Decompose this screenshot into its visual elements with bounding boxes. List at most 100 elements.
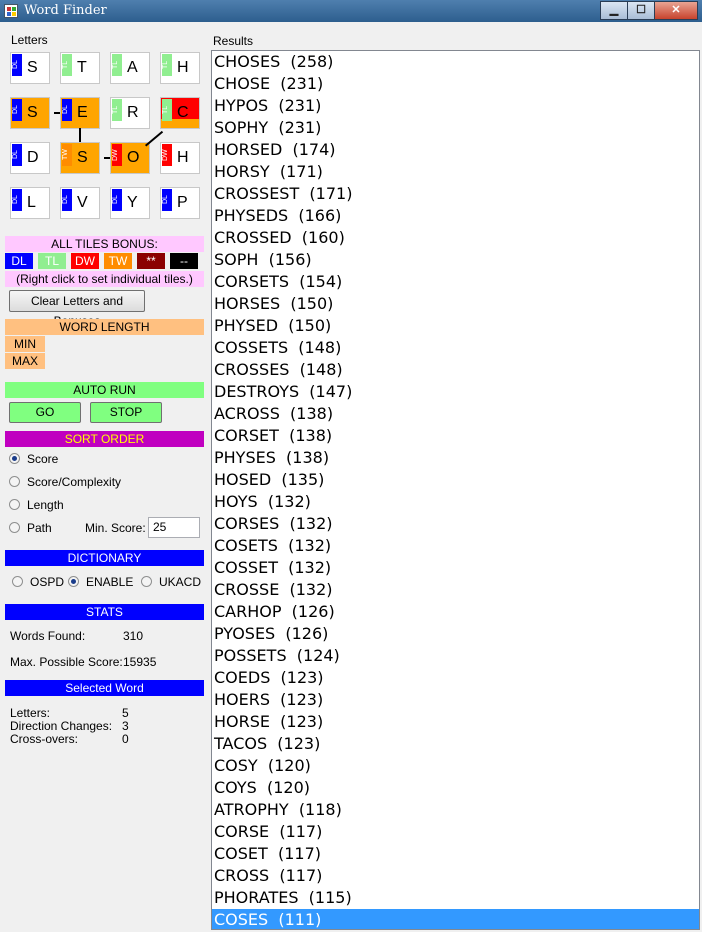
title-bar: Word Finder ▁ ☐ ✕ <box>0 0 702 22</box>
sort-complexity-radio[interactable] <box>9 476 20 487</box>
result-item[interactable]: HOERS (123) <box>212 689 699 711</box>
min-score-input[interactable]: 25 <box>148 517 200 538</box>
sort-score-radio[interactable] <box>9 453 20 464</box>
letter-tile[interactable]: DW O <box>110 142 150 174</box>
result-item[interactable]: CORSET (138) <box>212 425 699 447</box>
result-item[interactable]: CARHOP (126) <box>212 601 699 623</box>
result-item[interactable]: COYS (120) <box>212 777 699 799</box>
letters-label: Letters <box>11 33 48 47</box>
result-item[interactable]: HOYS (132) <box>212 491 699 513</box>
letter-tile[interactable]: DL E <box>60 97 100 129</box>
result-item[interactable]: COSSET (132) <box>212 557 699 579</box>
bonus-tl-button[interactable]: TL <box>38 253 66 269</box>
min-length-label[interactable]: MIN <box>5 336 45 352</box>
result-item[interactable]: CHOSES (258) <box>212 51 699 73</box>
result-item[interactable]: CROSS (117) <box>212 865 699 887</box>
bonus-badge: TL <box>162 99 172 121</box>
tile-letter: S <box>27 59 38 76</box>
sort-path-radio[interactable] <box>9 522 20 533</box>
result-item[interactable]: CORSE (117) <box>212 821 699 843</box>
result-item[interactable]: COSY (120) <box>212 755 699 777</box>
letter-tile[interactable]: DW H <box>160 142 200 174</box>
bonus-hint: (Right click to set individual tiles.) <box>5 271 204 287</box>
result-item[interactable]: PHYSES (138) <box>212 447 699 469</box>
result-item[interactable]: COSSETS (148) <box>212 337 699 359</box>
bonus-badge: TL <box>112 99 122 121</box>
app-icon <box>4 4 18 18</box>
result-item[interactable]: CORSES (132) <box>212 513 699 535</box>
selected-word-title: Selected Word <box>5 680 204 696</box>
result-item[interactable]: DESTROYS (147) <box>212 381 699 403</box>
result-item[interactable]: CROSSEST (171) <box>212 183 699 205</box>
letter-tile[interactable]: TL C <box>160 97 200 129</box>
max-score-value: 15935 <box>123 655 157 669</box>
sel-letters-value: 5 <box>122 706 129 720</box>
letter-tile[interactable]: TL T <box>60 52 100 84</box>
result-item[interactable]: HORSED (174) <box>212 139 699 161</box>
letter-tile[interactable]: TW S <box>60 142 100 174</box>
tile-letter: E <box>77 104 88 121</box>
letter-tile[interactable]: DL V <box>60 187 100 219</box>
result-item[interactable]: COEDS (123) <box>212 667 699 689</box>
result-item[interactable]: HORSES (150) <box>212 293 699 315</box>
letter-tile[interactable]: DL L <box>10 187 50 219</box>
result-item[interactable]: ACROSS (138) <box>212 403 699 425</box>
bonus-dl-button[interactable]: DL <box>5 253 33 269</box>
window-controls: ▁ ☐ ✕ <box>600 1 698 20</box>
letter-tile[interactable]: DL P <box>160 187 200 219</box>
bonus-badge: DL <box>12 99 22 121</box>
result-item[interactable]: CROSSED (160) <box>212 227 699 249</box>
bonus-dw-button[interactable]: DW <box>71 253 99 269</box>
result-item[interactable]: POSSETS (124) <box>212 645 699 667</box>
result-item[interactable]: SOPHY (231) <box>212 117 699 139</box>
minimize-button[interactable]: ▁ <box>600 1 628 20</box>
result-item[interactable]: COSETS (132) <box>212 535 699 557</box>
letter-tile[interactable]: DL D <box>10 142 50 174</box>
result-item[interactable]: CROSSE (132) <box>212 579 699 601</box>
result-item[interactable]: PYOSES (126) <box>212 623 699 645</box>
dict-ukacd-radio[interactable] <box>141 576 152 587</box>
bonus-star-button[interactable]: ** <box>137 253 165 269</box>
letter-tile[interactable]: TL A <box>110 52 150 84</box>
go-button[interactable]: GO <box>9 402 81 423</box>
dict-enable-radio[interactable] <box>68 576 79 587</box>
letter-tile[interactable]: DL S <box>10 97 50 129</box>
bonus-badge: DW <box>112 144 122 166</box>
result-item[interactable]: PHORATES (115) <box>212 887 699 909</box>
result-item[interactable]: CHOSE (231) <box>212 73 699 95</box>
result-item[interactable]: SOPH (156) <box>212 249 699 271</box>
bonus-clear-button[interactable]: -- <box>170 253 198 269</box>
result-item[interactable]: PHYSEDS (166) <box>212 205 699 227</box>
result-item[interactable]: COSET (117) <box>212 843 699 865</box>
bonus-badge: DL <box>62 189 72 211</box>
result-item[interactable]: HOSED (135) <box>212 469 699 491</box>
crossovers-value: 0 <box>122 732 129 746</box>
result-item[interactable]: TACOS (123) <box>212 733 699 755</box>
sort-length-radio[interactable] <box>9 499 20 510</box>
bonus-badge: TL <box>112 54 122 76</box>
maximize-button[interactable]: ☐ <box>627 1 655 20</box>
max-length-label[interactable]: MAX <box>5 353 45 369</box>
clear-letters-button[interactable]: Clear Letters and Bonuses <box>9 290 145 328</box>
bonus-tw-button[interactable]: TW <box>104 253 132 269</box>
result-item[interactable]: CROSSES (148) <box>212 359 699 381</box>
crossovers-label: Cross-overs: <box>10 732 79 746</box>
bonus-badge: TW <box>62 144 72 166</box>
letter-tile[interactable]: DL S <box>10 52 50 84</box>
result-item[interactable]: HORSE (123) <box>212 711 699 733</box>
close-button[interactable]: ✕ <box>654 1 698 20</box>
path-connector <box>54 112 60 114</box>
dict-ospd-radio[interactable] <box>12 576 23 587</box>
letter-tile[interactable]: TL H <box>160 52 200 84</box>
result-item[interactable]: PHYSED (150) <box>212 315 699 337</box>
letter-tile[interactable]: DL Y <box>110 187 150 219</box>
result-item[interactable]: ATROPHY (118) <box>212 799 699 821</box>
result-item[interactable]: HYPOS (231) <box>212 95 699 117</box>
direction-changes-label: Direction Changes: <box>10 719 113 733</box>
result-item[interactable]: CORSETS (154) <box>212 271 699 293</box>
stop-button[interactable]: STOP <box>90 402 162 423</box>
results-list[interactable]: CHOSES (258) CHOSE (231) HYPOS (231) SOPHY … <box>211 50 700 930</box>
result-item[interactable]: HORSY (171) <box>212 161 699 183</box>
letter-tile[interactable]: TL R <box>110 97 150 129</box>
result-item[interactable]: COSES (111) <box>212 909 699 929</box>
